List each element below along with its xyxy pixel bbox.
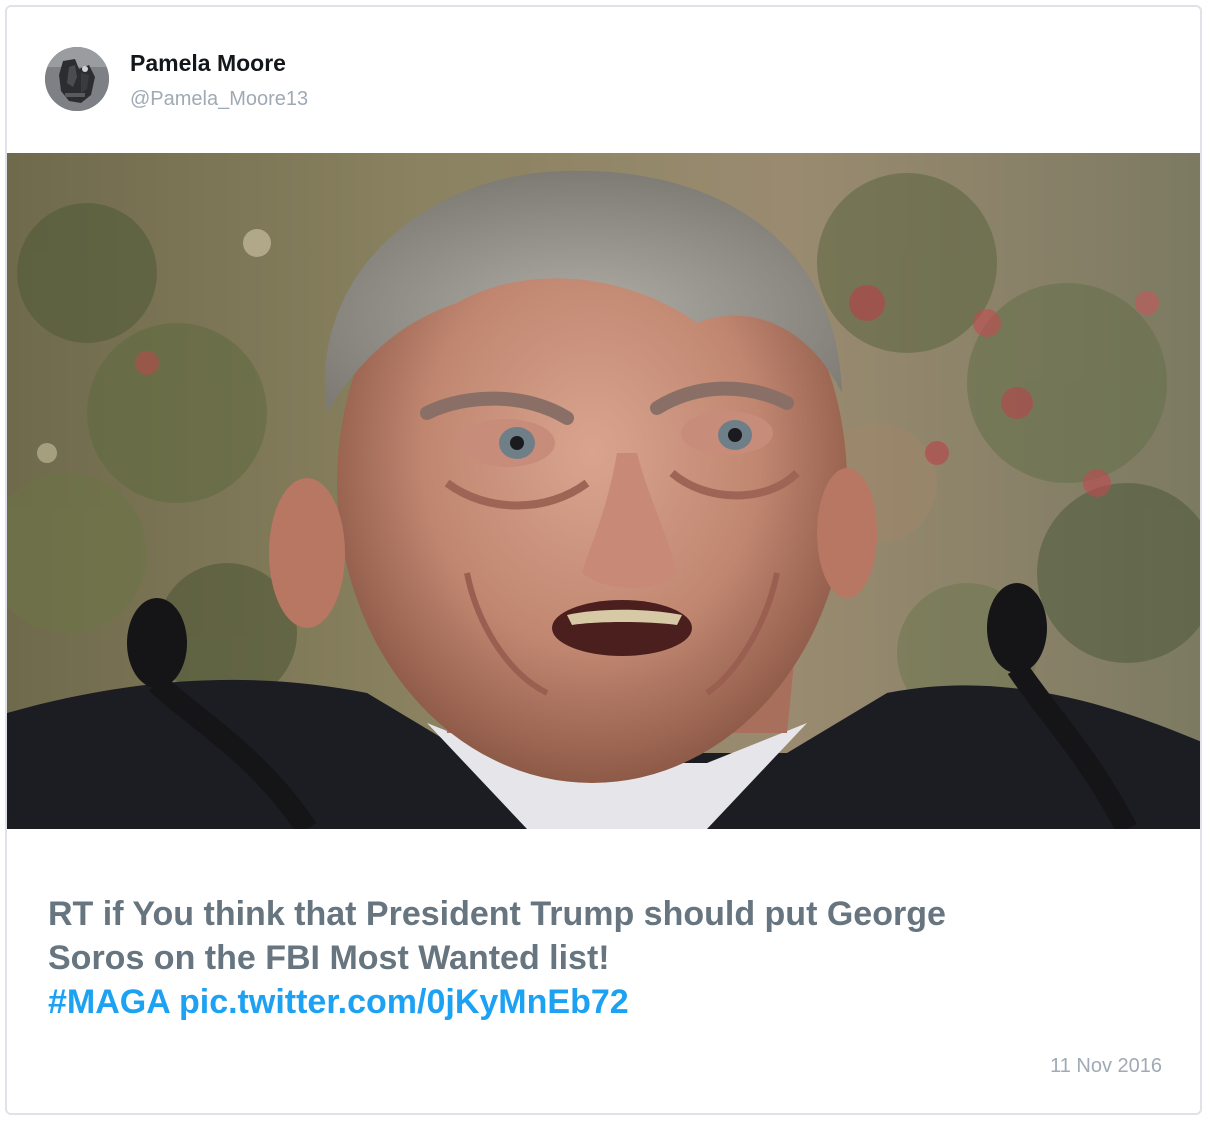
author-handle[interactable]: @Pamela_Moore13 [130, 88, 308, 111]
tweet-date[interactable]: 11 Nov 2016 [1050, 1055, 1162, 1078]
tweet-header: Pamela Moore @Pamela_Moore13 [7, 7, 1200, 152]
media-link[interactable]: pic.twitter.com/0jKyMnEb72 [179, 983, 629, 1021]
profile-avatar-icon [45, 47, 109, 111]
tweet-card[interactable]: Pamela Moore @Pamela_Moore13 RT if You t… [5, 5, 1202, 1115]
tweet-photo[interactable] [7, 153, 1200, 829]
hashtag-link[interactable]: #MAGA [48, 983, 170, 1021]
photo-icon [7, 153, 1200, 829]
tweet-text-line-3: #MAGA pic.twitter.com/0jKyMnEb72 [48, 980, 1158, 1024]
avatar[interactable] [45, 47, 109, 111]
tweet-text-line-2: Soros on the FBI Most Wanted list! [48, 939, 610, 977]
tweet-text-line-1: RT if You think that President Trump sho… [48, 895, 946, 933]
tweet-text: RT if You think that President Trump sho… [48, 892, 1158, 1024]
author-display-name[interactable]: Pamela Moore [130, 50, 286, 77]
